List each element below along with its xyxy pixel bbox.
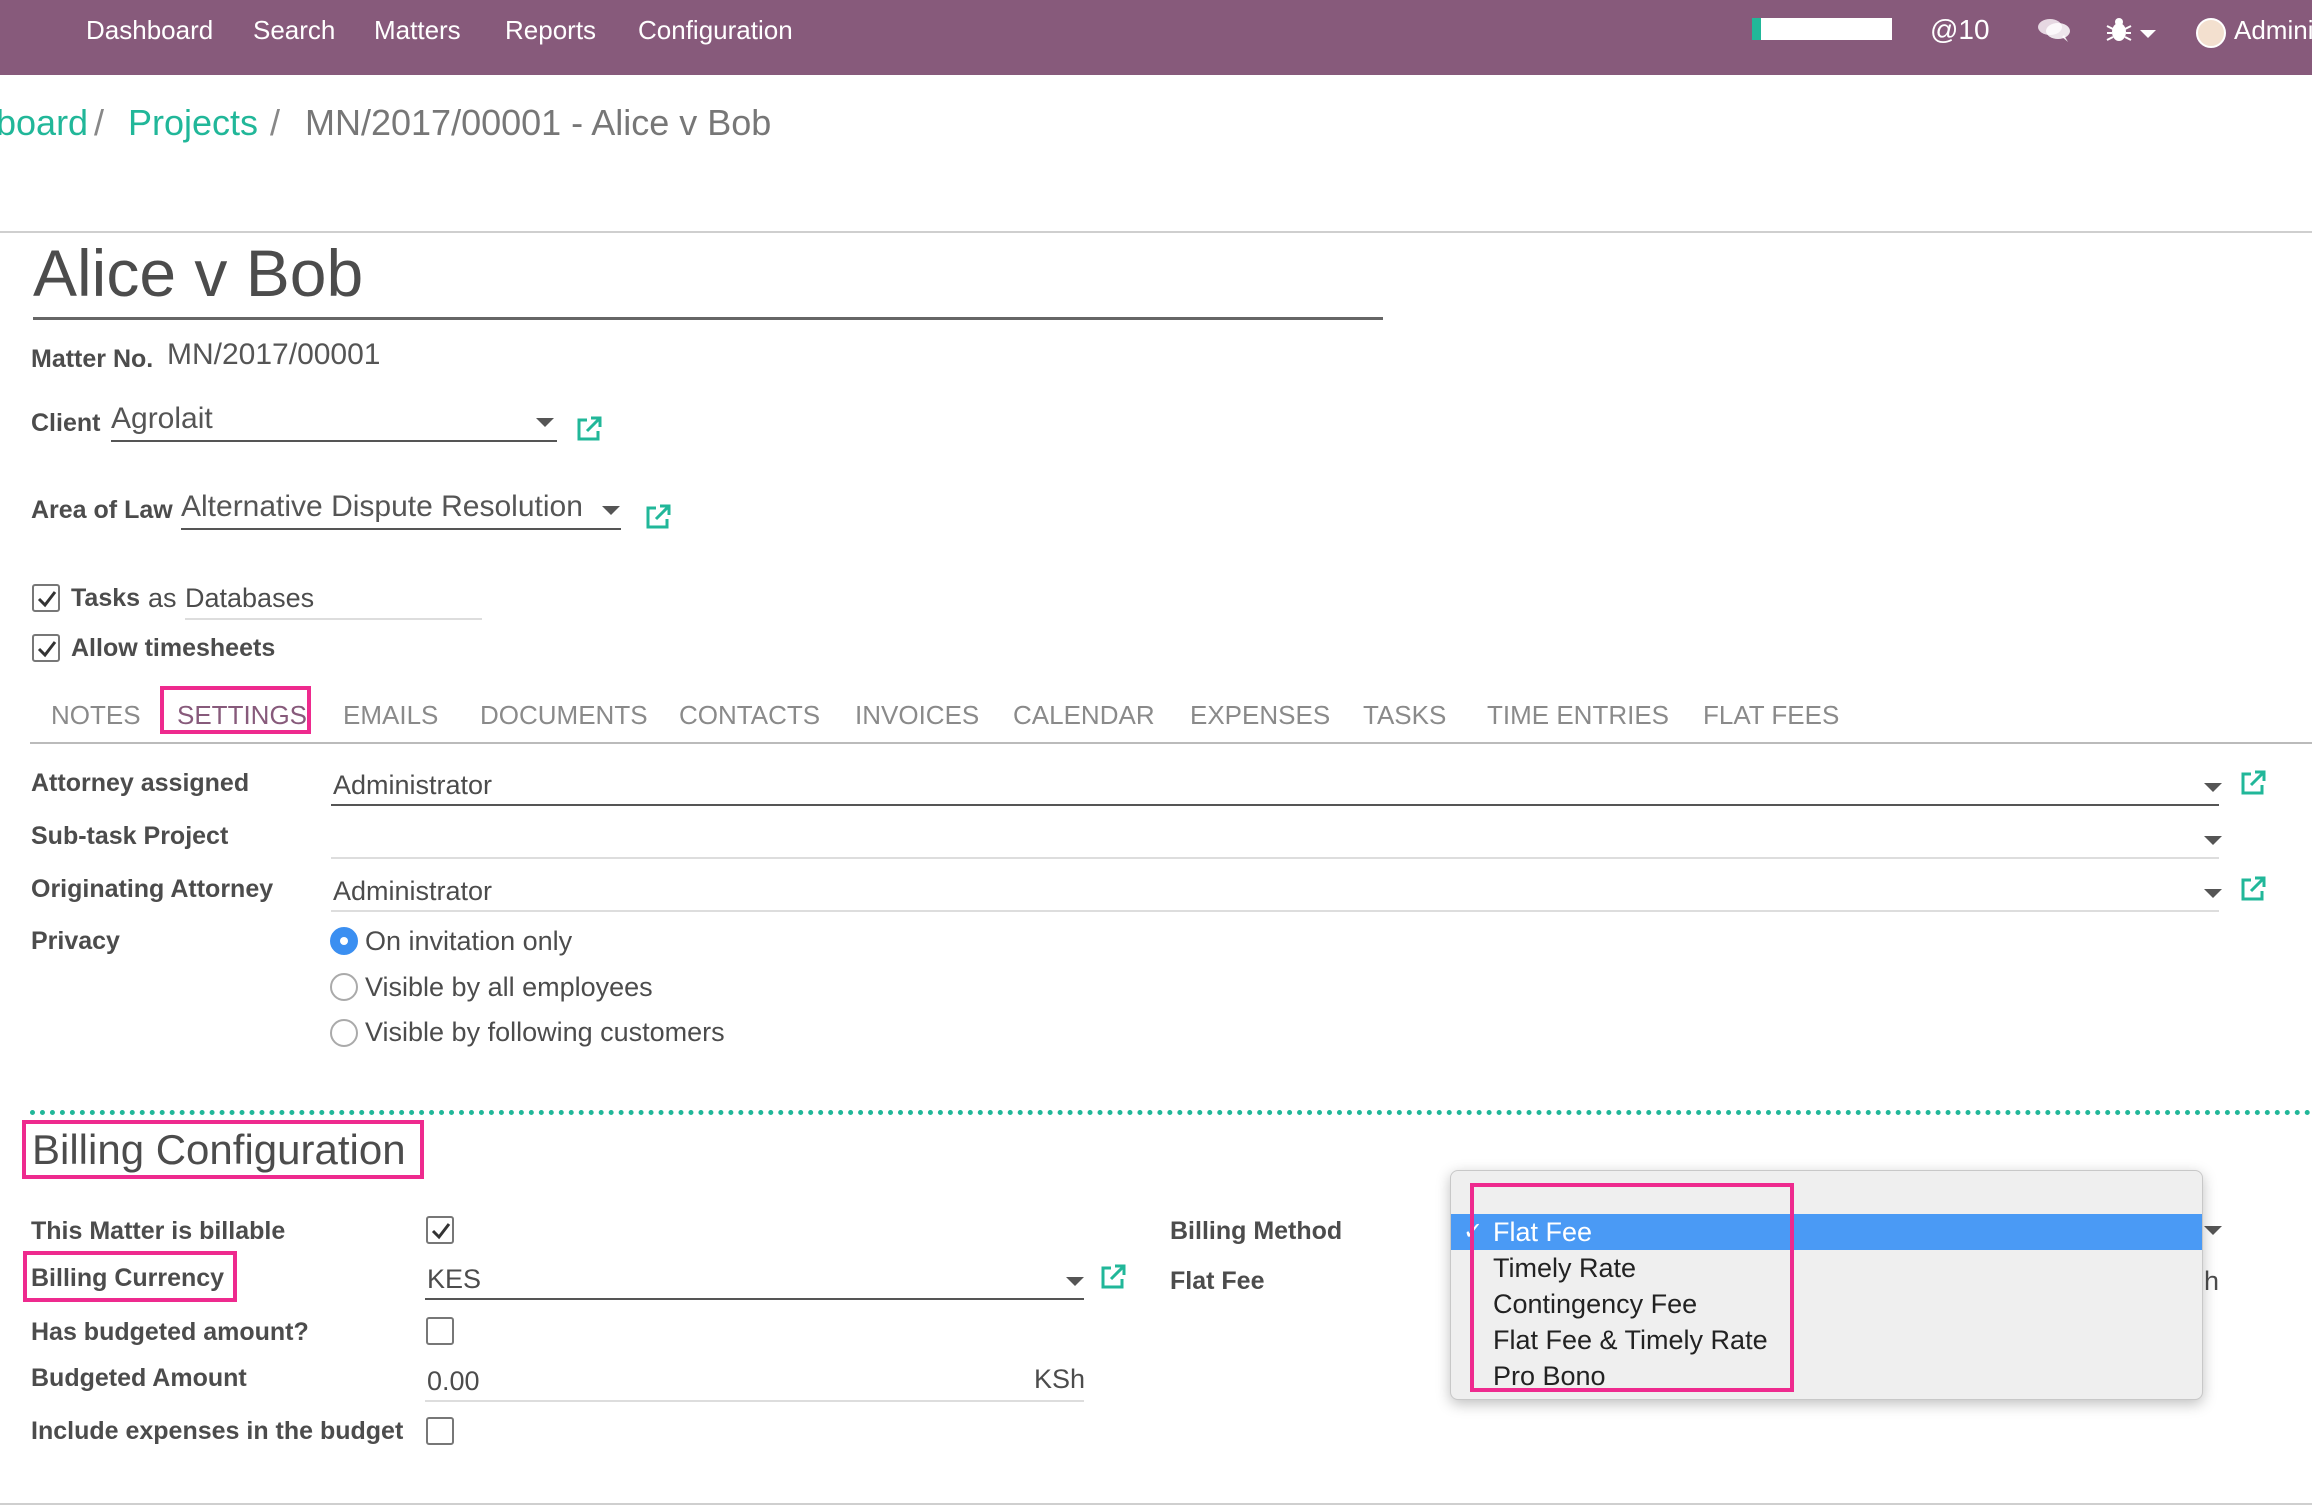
privacy-option-label: Visible by following customers [365, 1017, 725, 1047]
tab-contacts[interactable]: CONTACTS [679, 700, 820, 731]
highlight-billing-section [22, 1120, 424, 1179]
tasks-alias-field[interactable]: Databases [185, 583, 314, 614]
privacy-label: Privacy [31, 927, 120, 955]
tasks-as-text: as [148, 583, 177, 613]
highlight-settings-tab [160, 686, 311, 734]
originating-attorney-label: Originating Attorney [31, 875, 274, 903]
flat-fee-currency-peek: h [2204, 1266, 2220, 1296]
tasks-alias-underline [185, 618, 482, 620]
originating-attorney-underline [331, 910, 2219, 912]
tab-documents[interactable]: DOCUMENTS [480, 700, 648, 731]
tasks-label: Tasks [71, 584, 141, 612]
matter-no-label: Matter No. [31, 345, 154, 373]
divider [0, 231, 2312, 233]
tab-calendar[interactable]: CALENDAR [1013, 700, 1155, 731]
nav-configuration[interactable]: Configuration [638, 15, 793, 46]
matter-no-value: MN/2017/00001 [167, 338, 381, 371]
tab-flat-fees[interactable]: FLAT FEES [1703, 700, 1839, 731]
billing-currency-underline [425, 1298, 1084, 1300]
currency-external-link-icon[interactable] [1098, 1262, 1128, 1292]
tabs-underline [30, 742, 2312, 744]
attorney-external-link-icon[interactable] [2238, 768, 2268, 798]
breadcrumb-separator: / [94, 102, 105, 143]
allow-timesheets-label: Allow timesheets [71, 634, 276, 662]
client-external-link-icon[interactable] [574, 414, 604, 444]
privacy-option-label: Visible by all employees [365, 972, 653, 1002]
billable-checkbox[interactable] [426, 1216, 454, 1244]
mentions-counter[interactable]: @10 [1930, 14, 1990, 46]
breadcrumb-separator: / [270, 102, 281, 143]
top-navbar: Dashboard Search Matters Reports Configu… [0, 0, 2312, 75]
include-expenses-checkbox[interactable] [426, 1417, 454, 1445]
area-of-law-field[interactable]: Alternative Dispute Resolution [181, 490, 583, 524]
highlight-billing-currency [23, 1251, 237, 1302]
area-of-law-underline [181, 528, 621, 530]
activity-progress-bar[interactable] [1752, 18, 1892, 40]
user-avatar[interactable] [2196, 18, 2226, 48]
tab-expenses[interactable]: EXPENSES [1190, 700, 1330, 731]
billing-currency-caret-icon[interactable] [1066, 1277, 1084, 1286]
originating-attorney-field[interactable]: Administrator [333, 876, 492, 907]
chat-icon[interactable] [2036, 16, 2072, 42]
originating-external-link-icon[interactable] [2238, 874, 2268, 904]
subtask-project-underline [331, 857, 2219, 859]
subtask-project-caret-icon[interactable] [2204, 836, 2222, 845]
breadcrumb-current: MN/2017/00001 - Alice v Bob [305, 102, 772, 143]
tab-emails[interactable]: EMAILS [343, 700, 438, 731]
debug-bug-icon[interactable] [2104, 16, 2134, 44]
divider [0, 1503, 2312, 1505]
tab-tasks[interactable]: TASKS [1363, 700, 1446, 731]
breadcrumb-projects[interactable]: Projects [128, 102, 258, 144]
billing-method-caret-icon[interactable] [2204, 1226, 2222, 1235]
privacy-radio-employees[interactable] [330, 973, 358, 1001]
title-underline [33, 317, 1383, 320]
originating-attorney-caret-icon[interactable] [2204, 889, 2222, 898]
budget-amount-underline [425, 1400, 1084, 1402]
budget-amount-label: Budgeted Amount [31, 1364, 247, 1392]
include-expenses-label: Include expenses in the budget [31, 1417, 404, 1445]
tab-invoices[interactable]: INVOICES [855, 700, 979, 731]
area-of-law-caret-icon[interactable] [602, 506, 620, 515]
tab-time-entries[interactable]: TIME ENTRIES [1487, 700, 1669, 731]
nav-search[interactable]: Search [253, 15, 335, 46]
attorney-assigned-caret-icon[interactable] [2204, 783, 2222, 792]
nav-reports[interactable]: Reports [505, 15, 596, 46]
client-dropdown-caret-icon[interactable] [536, 418, 554, 427]
client-field-underline [111, 440, 557, 442]
attorney-assigned-field[interactable]: Administrator [333, 770, 492, 801]
client-field[interactable]: Agrolait [111, 402, 213, 436]
allow-timesheets-checkbox[interactable] [32, 634, 60, 662]
budget-amount-field[interactable]: 0.00 [427, 1366, 480, 1397]
billing-method-label: Billing Method [1170, 1217, 1343, 1245]
breadcrumb-dashboard[interactable]: board [0, 102, 88, 144]
area-of-law-label: Area of Law [31, 496, 173, 524]
attorney-assigned-underline [331, 804, 2219, 806]
privacy-radio-invitation[interactable] [330, 927, 358, 955]
subtask-project-label: Sub-task Project [31, 822, 229, 850]
tab-notes[interactable]: NOTES [51, 700, 141, 731]
tasks-checkbox[interactable] [32, 584, 60, 612]
privacy-radio-customers[interactable] [330, 1019, 358, 1047]
billing-currency-field[interactable]: KES [427, 1264, 481, 1295]
billable-label: This Matter is billable [31, 1217, 286, 1245]
area-of-law-external-link-icon[interactable] [643, 502, 673, 532]
nav-matters[interactable]: Matters [374, 15, 461, 46]
attorney-assigned-label: Attorney assigned [31, 769, 250, 797]
client-label: Client [31, 409, 101, 437]
highlight-billing-options [1470, 1183, 1794, 1392]
budget-currency-symbol: KSh [1034, 1364, 1086, 1394]
record-title[interactable]: Alice v Bob [33, 235, 363, 311]
nav-dashboard[interactable]: Dashboard [86, 15, 213, 46]
section-separator [30, 1110, 2312, 1115]
privacy-option-label: On invitation only [365, 926, 573, 956]
flat-fee-label: Flat Fee [1170, 1267, 1265, 1295]
has-budget-checkbox[interactable] [426, 1317, 454, 1345]
has-budget-label: Has budgeted amount? [31, 1318, 309, 1346]
user-menu[interactable]: Admini [2234, 15, 2312, 46]
debug-menu-caret-icon[interactable] [2140, 30, 2156, 38]
